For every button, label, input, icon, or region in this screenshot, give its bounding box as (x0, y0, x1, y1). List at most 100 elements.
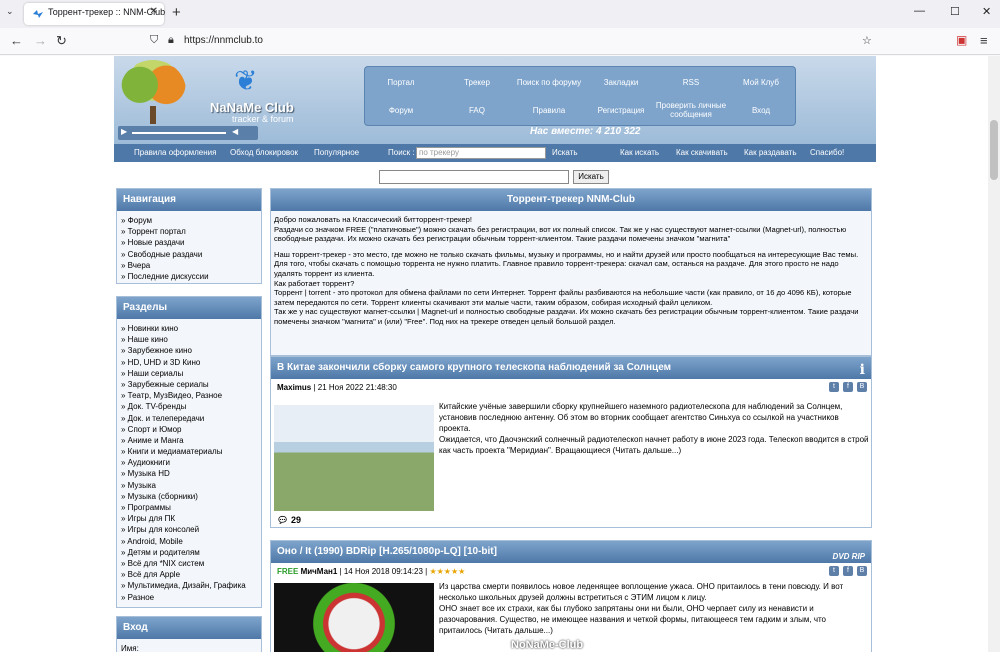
section-item[interactable]: » Музыка HD (117, 468, 261, 479)
nav-item-discussions[interactable]: » Последние дискуссии (117, 271, 261, 282)
url-text[interactable]: https://nnmclub.to (184, 35, 263, 46)
section-item[interactable]: » Детям и родителям (117, 547, 261, 558)
section-item[interactable]: » Музыка (117, 480, 261, 491)
link-thanks[interactable]: Спасибо! (810, 148, 844, 157)
section-item[interactable]: » Наши сериалы (117, 368, 261, 379)
close-window-icon[interactable]: ✕ (982, 5, 991, 18)
url-bar[interactable]: ⛉ 🔒︎ https://nnmclub.to ☆ (142, 31, 882, 52)
facebook-share-icon[interactable]: f (843, 382, 853, 392)
reload-icon[interactable]: ↻ (56, 33, 67, 49)
extension-icon[interactable]: ▣ (956, 33, 967, 47)
news-2-title-text[interactable]: Оно / It (1990) BDRip [H.265/1080p-LQ] [… (277, 546, 497, 557)
nav-item-free[interactable]: » Свободные раздачи (117, 249, 261, 260)
main-search-button[interactable]: Искать (573, 170, 609, 184)
section-item[interactable]: » Наше кино (117, 334, 261, 345)
nav-item-new[interactable]: » Новые раздачи (117, 237, 261, 248)
section-item[interactable]: » Аниме и Манга (117, 435, 261, 446)
menu-my-club[interactable]: Мой Клуб (725, 69, 797, 95)
volume-icon[interactable]: ◀ (232, 127, 238, 136)
menu-bookmarks[interactable]: Закладки (585, 69, 657, 95)
section-item[interactable]: » Разное (117, 592, 261, 603)
menu-rss[interactable]: RSS (655, 69, 727, 95)
player-progress[interactable] (132, 132, 226, 134)
new-tab-icon[interactable]: + (172, 4, 181, 21)
sections-panel-title: Разделы (117, 297, 261, 319)
section-item[interactable]: » Док. и телепередачи (117, 413, 261, 424)
section-item[interactable]: » Всё для *NIX систем (117, 558, 261, 569)
logo-title[interactable]: NaNaMe Club (210, 100, 294, 115)
sections-panel: Разделы » Новинки кино» Наше кино» Заруб… (116, 296, 262, 608)
section-item[interactable]: » Зарубежное кино (117, 345, 261, 356)
section-item[interactable]: » Игры для ПК (117, 513, 261, 524)
section-item[interactable]: » Книги и медиаматериалы (117, 446, 261, 457)
maximize-icon[interactable]: ☐ (950, 5, 960, 18)
section-item[interactable]: » Зарубежные сериалы (117, 379, 261, 390)
twitter-share-icon[interactable]: t (829, 566, 839, 576)
nav-item-portal[interactable]: » Торрент портал (117, 226, 261, 237)
section-item[interactable]: » Аудиокниги (117, 457, 261, 468)
section-item[interactable]: » Игры для консолей (117, 524, 261, 535)
news-1-author[interactable]: Maximus (277, 383, 311, 392)
forward-icon[interactable]: → (34, 33, 47, 48)
link-how-seed[interactable]: Как раздавать (744, 148, 797, 157)
menu-faq[interactable]: FAQ (441, 97, 513, 123)
section-item[interactable]: » HD, UHD и 3D Кино (117, 357, 261, 368)
tracker-search-button[interactable]: Искать (552, 148, 578, 157)
link-how-search[interactable]: Как искать (620, 148, 659, 157)
section-item[interactable]: » Док. TV-бренды (117, 401, 261, 412)
back-icon[interactable]: ← (10, 33, 23, 48)
news-1-title-text[interactable]: В Китае закончили сборку самого крупного… (277, 362, 671, 373)
nav-panel-title: Навигация (117, 189, 261, 211)
welcome-p2: Раздачи со значком FREE ("платиновые") м… (274, 224, 847, 244)
section-item[interactable]: » Спорт и Юмор (117, 424, 261, 435)
link-how-download[interactable]: Как скачивать (676, 148, 728, 157)
audio-player[interactable]: ▶ ◀ (118, 126, 258, 140)
menu-forum[interactable]: Форум (365, 97, 437, 123)
tab-active[interactable]: Торрент-трекер :: NNM-Club ✕ (24, 3, 165, 25)
welcome-title: Торрент-трекер NNM-Club (271, 189, 871, 211)
section-item[interactable]: » Всё для Apple (117, 569, 261, 580)
vk-share-icon[interactable]: В (857, 382, 867, 392)
news-2-title[interactable]: Оно / It (1990) BDRip [H.265/1080p-LQ] [… (271, 541, 871, 563)
menu-icon[interactable]: ≡ (980, 33, 988, 48)
shield-icon[interactable]: ⛉ (150, 34, 158, 47)
login-panel: Вход Имя: (116, 616, 262, 652)
section-item[interactable]: » Мультимедиа, Дизайн, Графика (117, 580, 261, 591)
nav-item-forum[interactable]: » Форум (117, 215, 261, 226)
menu-messages[interactable]: Проверить личные сообщения (655, 97, 727, 123)
info-icon[interactable]: i (860, 359, 865, 381)
section-item[interactable]: » Android, Mobile (117, 536, 261, 547)
twitter-share-icon[interactable]: t (829, 382, 839, 392)
close-tab-icon[interactable]: ✕ (150, 6, 158, 17)
sub-toolbar: Правила оформления Обход блокировок Попу… (114, 144, 876, 162)
section-item[interactable]: » Театр, МузВидео, Разное (117, 390, 261, 401)
news-1-comments[interactable]: 💬︎ 29 (277, 515, 301, 526)
tab-list-icon[interactable]: ⌄ (6, 6, 14, 17)
tracker-search-input[interactable]: по трекеру (416, 147, 546, 159)
menu-portal[interactable]: Портал (365, 69, 437, 95)
scrollbar-thumb[interactable] (990, 120, 998, 180)
menu-rules[interactable]: Правила (513, 97, 585, 123)
section-item[interactable]: » Программы (117, 502, 261, 513)
news-2-author[interactable]: МичМан1 (301, 567, 338, 576)
facebook-share-icon[interactable]: f (843, 566, 853, 576)
news-2-body: Из царства смерти появилось новое леденя… (439, 581, 869, 636)
section-item[interactable]: » Музыка (сборники) (117, 491, 261, 502)
menu-forum-search[interactable]: Поиск по форуму (513, 69, 585, 95)
nav-item-yesterday[interactable]: » Вчера (117, 260, 261, 271)
link-popular[interactable]: Популярное (314, 148, 359, 157)
menu-register[interactable]: Регистрация (585, 97, 657, 123)
bookmark-star-icon[interactable]: ☆ (862, 34, 872, 47)
link-bypass[interactable]: Обход блокировок (230, 148, 298, 157)
play-icon[interactable]: ▶ (121, 127, 127, 136)
news-1-title[interactable]: В Китае закончили сборку самого крупного… (271, 357, 871, 379)
link-rules[interactable]: Правила оформления (134, 148, 216, 157)
menu-login[interactable]: Вход (725, 97, 797, 123)
main-search-input[interactable] (379, 170, 569, 184)
menu-tracker[interactable]: Трекер (441, 69, 513, 95)
vk-share-icon[interactable]: В (857, 566, 867, 576)
page-scrollbar[interactable] (988, 56, 1000, 652)
minimize-icon[interactable]: — (914, 5, 925, 17)
section-item[interactable]: » Новинки кино (117, 323, 261, 334)
lock-icon[interactable]: 🔒︎ (168, 34, 174, 47)
